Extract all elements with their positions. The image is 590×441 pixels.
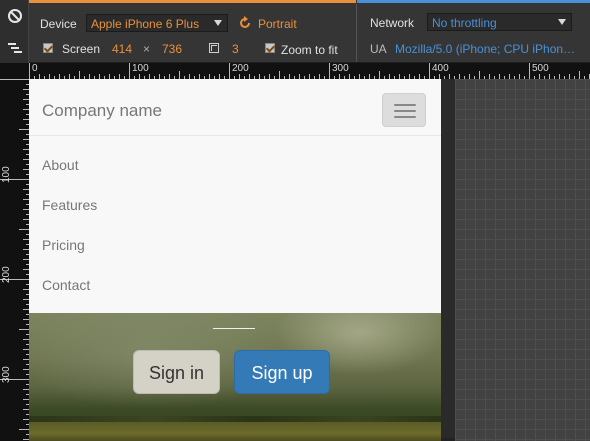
- ruler-label-300: 300: [332, 63, 349, 74]
- navbar-toggle-button[interactable]: [382, 93, 426, 127]
- vertical-ruler-ticks: [0, 79, 29, 440]
- hamburger-icon: [394, 110, 416, 112]
- navbar-header: Company name: [29, 79, 441, 136]
- emulation-toolbar: Device Apple iPhone 6 Plus Portrait Scre…: [0, 0, 590, 63]
- ruler-corner: [0, 63, 29, 79]
- screen-label: Screen: [62, 42, 101, 56]
- device-select-value: Apple iPhone 6 Plus: [91, 17, 200, 31]
- device-select[interactable]: Apple iPhone 6 Plus: [86, 14, 228, 32]
- network-section-accent: [357, 0, 590, 3]
- device-scale-field[interactable]: 3: [232, 42, 239, 56]
- vertical-ruler: 100 200 300: [0, 79, 29, 441]
- ruler-label-0: 0: [32, 63, 38, 74]
- hamburger-icon: [394, 104, 416, 106]
- chevron-down-icon: [558, 19, 566, 25]
- ruler-label-v300: 300: [1, 366, 12, 383]
- drawer-lines-icon[interactable]: [7, 40, 23, 56]
- nav-item-contact[interactable]: Contact: [42, 277, 90, 293]
- network-select-value: No throttling: [432, 16, 497, 30]
- ruler-label-400: 400: [432, 63, 449, 74]
- ruler-label-500: 500: [532, 63, 549, 74]
- screen-checkbox[interactable]: [43, 43, 53, 53]
- ruler-label-200: 200: [232, 63, 249, 74]
- horizontal-ruler: 0 100 200 300 400 500: [29, 63, 590, 79]
- brand-link[interactable]: Company name: [42, 101, 162, 121]
- toolbar-divider: [356, 4, 357, 62]
- hero-field: [29, 422, 441, 441]
- hero-section: Sign in Sign up: [29, 313, 441, 441]
- zoom-to-fit-checkbox[interactable]: [265, 43, 275, 53]
- no-entry-icon[interactable]: [7, 8, 23, 24]
- device-section-accent: [29, 0, 356, 3]
- device-frame-edge: [441, 79, 455, 441]
- network-select[interactable]: No throttling: [427, 13, 572, 31]
- nav-item-about[interactable]: About: [42, 157, 79, 173]
- ruler-label-v100: 100: [1, 166, 12, 183]
- screen-times-sign: ×: [143, 42, 151, 56]
- canvas-grid-background: [455, 79, 590, 441]
- toolbar-side-strip: [0, 0, 29, 63]
- ua-label: UA: [370, 42, 387, 56]
- hamburger-icon: [394, 116, 416, 118]
- horizontal-ruler-ticks: [29, 63, 590, 79]
- zoom-to-fit-label: Zoom to fit: [281, 43, 338, 57]
- devtools-emulation-window: Device Apple iPhone 6 Plus Portrait Scre…: [0, 0, 590, 441]
- emulated-viewport: Company name About Features Pricing Cont…: [29, 79, 441, 441]
- screen-width-field[interactable]: 414: [112, 42, 132, 56]
- rotate-icon[interactable]: [238, 16, 252, 30]
- site-navbar: Company name About Features Pricing Cont…: [29, 79, 441, 313]
- screen-height-field[interactable]: 736: [162, 42, 182, 56]
- sign-in-button[interactable]: Sign in: [133, 350, 220, 394]
- device-label: Device: [40, 17, 77, 31]
- orientation-button[interactable]: Portrait: [258, 17, 297, 31]
- device-scale-icon: [209, 43, 219, 53]
- network-label: Network: [370, 16, 415, 30]
- sign-up-button[interactable]: Sign up: [234, 350, 330, 394]
- nav-item-pricing[interactable]: Pricing: [42, 237, 85, 253]
- chevron-down-icon: [214, 20, 222, 26]
- nav-item-features[interactable]: Features: [42, 197, 97, 213]
- user-agent-field[interactable]: Mozilla/5.0 (iPhone; CPU iPhon…: [395, 42, 575, 56]
- ruler-label-v200: 200: [1, 266, 12, 283]
- hero-divider: [213, 328, 255, 329]
- ruler-label-100: 100: [132, 63, 149, 74]
